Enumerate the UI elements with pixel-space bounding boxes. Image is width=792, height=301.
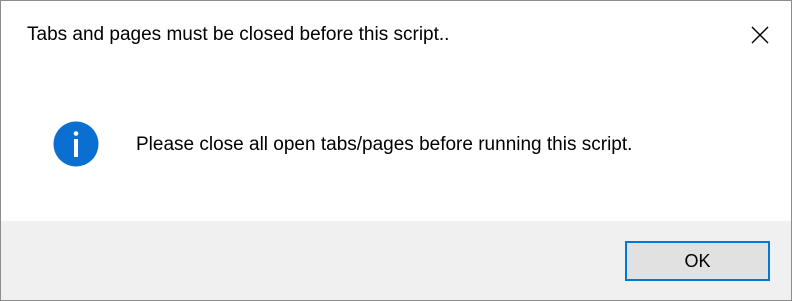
message-dialog: Tabs and pages must be closed before thi… [0,0,792,301]
dialog-content: Please close all open tabs/pages before … [1,69,791,221]
dialog-title: Tabs and pages must be closed before thi… [27,24,450,45]
dialog-message: Please close all open tabs/pages before … [136,134,633,155]
ok-button-label: OK [684,250,711,271]
info-icon [53,121,99,167]
button-bar: OK [1,221,791,300]
ok-button[interactable]: OK [625,241,770,281]
title-bar[interactable]: Tabs and pages must be closed before thi… [1,1,791,69]
close-icon [751,26,769,44]
close-button[interactable] [729,1,791,69]
